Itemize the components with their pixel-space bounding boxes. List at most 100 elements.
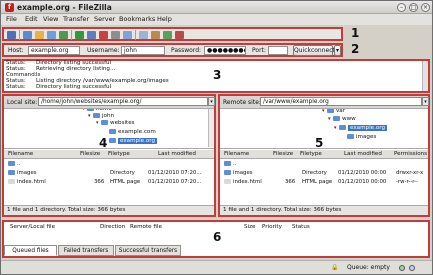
local-site-dropdown[interactable]: ▾ [208, 97, 215, 106]
tree-node-selected[interactable]: ▸ example.org [104, 138, 158, 144]
remote-pane: Remote site: /var/www/example.org ▾ ▾ var… [218, 94, 430, 217]
tree-node[interactable]: ▾ var [322, 109, 345, 114]
menu-view[interactable]: View [43, 15, 58, 23]
remote-file-list-header: Filename Filesize Filetype Last modified… [220, 150, 428, 159]
remote-directory-tree[interactable]: ▾ var ▾ www ▾ example.org images [220, 109, 428, 149]
file-row[interactable]: index.html 366 HTML page 01/12/2010 00:0… [220, 178, 428, 187]
quickconnect-bar: Host: example.org Username: john Passwor… [2, 43, 343, 57]
local-file-list-header: Filename Filesize Filetype Last modified [4, 150, 214, 159]
local-site-label: Local site: [7, 99, 38, 106]
tree-node[interactable]: ▾ www [328, 116, 356, 122]
tab-queued-files[interactable]: Queued files [4, 245, 57, 256]
tree-node[interactable]: example.com [104, 129, 156, 135]
sync-browsing-icon[interactable] [163, 31, 172, 39]
application-window: f example.org - FileZilla – □ × File Edi… [0, 0, 433, 275]
local-tree-scrollbar[interactable] [208, 109, 214, 147]
menu-transfer[interactable]: Transfer [63, 15, 89, 23]
remote-site-path-input[interactable]: /var/www/example.org [260, 97, 422, 106]
column-filetype[interactable]: Filetype [108, 151, 130, 157]
toggle-local-tree-icon[interactable] [35, 31, 44, 39]
column-filetype[interactable]: Filetype [300, 151, 322, 157]
search-files-icon[interactable] [175, 31, 184, 39]
folder-icon [347, 134, 354, 139]
menu-file[interactable]: File [6, 15, 17, 23]
toggle-remote-tree-icon[interactable] [47, 31, 56, 39]
column-filename[interactable]: Filename [224, 151, 249, 157]
queue-column-local-file[interactable]: Server/Local file [10, 224, 55, 230]
password-input[interactable]: ●●●●●●●● [204, 46, 246, 55]
file-row[interactable]: .. [220, 160, 428, 169]
folder-up-icon: .. [224, 161, 236, 167]
file-row[interactable]: .. [4, 160, 214, 169]
folder-icon [93, 113, 100, 118]
tree-node[interactable]: ▾ john [88, 113, 114, 119]
quickconnect-history-dropdown[interactable]: ▾ [334, 45, 341, 56]
file-row[interactable]: images Directory 01/12/2010 00:00 drwxr-… [220, 169, 428, 178]
username-input[interactable]: john [121, 46, 165, 55]
title-bar: f example.org - FileZilla – □ × [1, 1, 432, 14]
compare-directories-icon[interactable] [151, 31, 160, 39]
remote-site-label: Remote site: [223, 99, 261, 106]
queue-column-status[interactable]: Status [292, 224, 310, 230]
minimize-button[interactable]: – [397, 3, 406, 12]
tree-node-selected[interactable]: ▾ example.org [334, 125, 388, 131]
tree-node[interactable]: ▾ home [82, 109, 112, 112]
log-line: Status: Directory listing successful [6, 84, 112, 90]
file-row[interactable]: images Directory 01/12/2010 07:20... [4, 169, 214, 178]
toolbar-separator [135, 30, 136, 40]
queue-column-size[interactable]: Size [244, 224, 255, 230]
column-permissions[interactable]: Permissions [394, 151, 427, 157]
window-title: example.org - FileZilla [17, 3, 112, 12]
menu-edit[interactable]: Edit [25, 15, 38, 23]
remote-status-text: 1 file and 1 directory. Total size: 366 … [220, 205, 428, 215]
toggle-queue-icon[interactable] [59, 31, 68, 39]
local-directory-tree[interactable]: ▾ home ▾ john ▾ websites example.com ▸ examp… [4, 109, 214, 149]
region-number-6: 6 [213, 230, 222, 244]
folder-icon [224, 170, 231, 175]
local-status-text: 1 file and 1 directory. Total size: 366 … [4, 205, 214, 215]
tree-node[interactable]: images [342, 134, 376, 140]
folder-icon [87, 109, 94, 111]
maximize-button[interactable]: □ [409, 3, 418, 12]
toolbar-separator [71, 30, 72, 40]
port-label: Port: [252, 47, 266, 54]
filezilla-logo-icon: f [5, 3, 14, 12]
column-filesize[interactable]: Filesize [273, 151, 293, 157]
host-input[interactable]: example.org [28, 46, 80, 55]
menu-bookmarks[interactable]: Bookmarks [119, 15, 155, 23]
remote-site-dropdown[interactable]: ▾ [422, 97, 429, 106]
column-filesize[interactable]: Filesize [80, 151, 100, 157]
log-scrollbar[interactable] [422, 61, 428, 91]
region-number-3: 3 [213, 68, 222, 82]
quickconnect-button[interactable]: Quickconnect [293, 45, 335, 56]
queue-column-direction[interactable]: Direction [100, 224, 125, 230]
queue-column-priority[interactable]: Priority [262, 224, 282, 230]
filter-icon[interactable] [139, 31, 148, 39]
local-site-path-input[interactable]: /home/john/websites/example.org/ [38, 97, 208, 106]
reconnect-icon[interactable] [123, 31, 132, 39]
menu-help[interactable]: Help [157, 15, 172, 23]
local-site-bar: Local site: /home/john/websites/example.… [4, 96, 215, 109]
refresh-icon[interactable] [75, 31, 84, 39]
menu-server[interactable]: Server [94, 15, 115, 23]
site-manager-icon[interactable] [7, 31, 16, 39]
process-queue-icon[interactable] [87, 31, 96, 39]
username-label: Username: [87, 47, 120, 54]
tree-node[interactable]: ▾ websites [96, 120, 135, 126]
tab-failed-transfers[interactable]: Failed transfers [58, 245, 114, 256]
folder-icon [109, 129, 116, 134]
cancel-operation-icon[interactable] [99, 31, 108, 39]
disconnect-icon[interactable] [111, 31, 120, 39]
column-filename[interactable]: Filename [8, 151, 33, 157]
upload-indicator-icon [399, 265, 405, 271]
toggle-log-icon[interactable] [23, 31, 32, 39]
queue-column-remote-file[interactable]: Remote file [130, 224, 162, 230]
file-row[interactable]: index.html 366 HTML page 01/12/2010 07:2… [4, 178, 214, 187]
close-button[interactable]: × [421, 3, 430, 12]
column-last-modified[interactable]: Last modified [158, 151, 196, 157]
port-input[interactable] [268, 46, 288, 55]
folder-icon [333, 116, 340, 121]
tab-successful-transfers[interactable]: Successful transfers [115, 245, 181, 256]
column-last-modified[interactable]: Last modified [344, 151, 382, 157]
file-icon [224, 179, 231, 184]
